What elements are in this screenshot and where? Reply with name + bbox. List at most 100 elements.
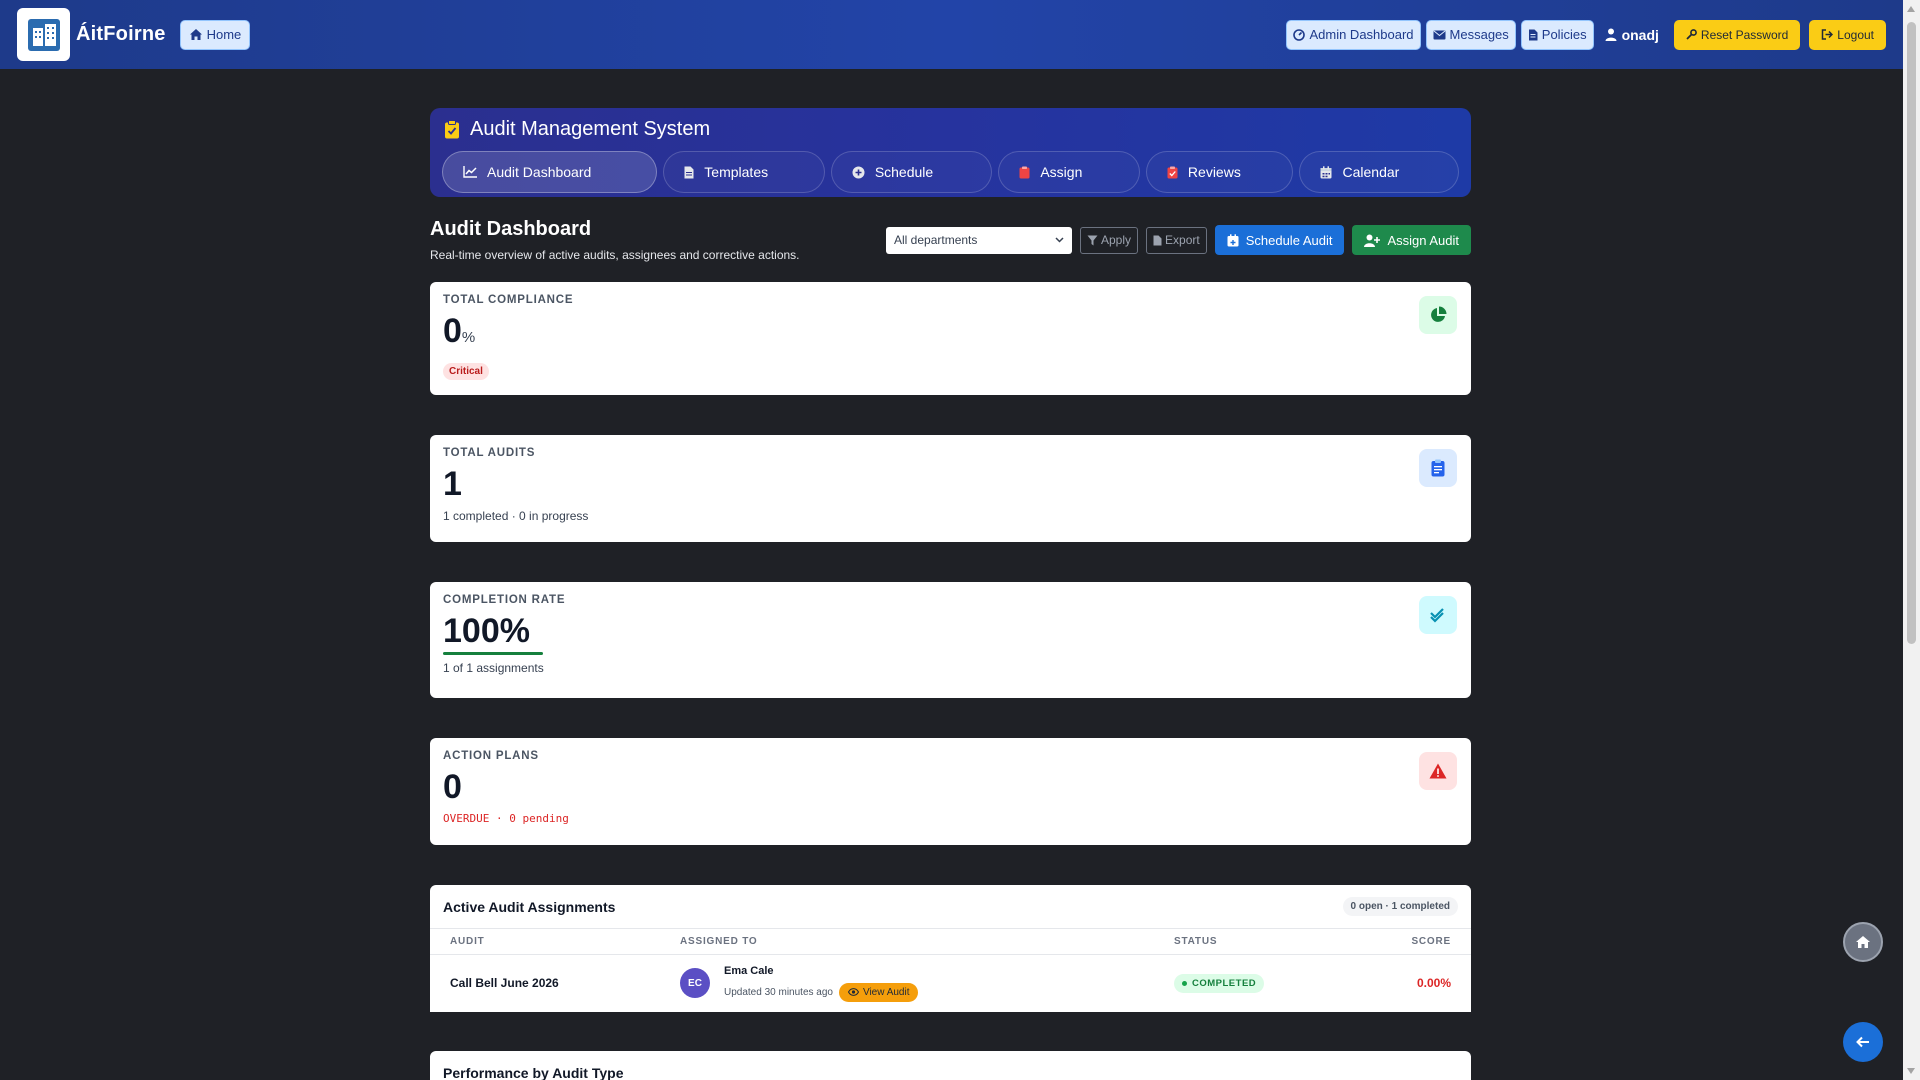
status-label: COMPLETED: [1192, 978, 1257, 989]
assign-audit-button[interactable]: Assign Audit: [1352, 225, 1471, 255]
home-icon: [189, 29, 202, 40]
navbar-actions: Admin Dashboard Messages Policies onadj …: [1286, 19, 1886, 50]
metric-note: OVERDUE · 0 pending: [443, 812, 569, 825]
top-navbar: ÁitFoirne Home Admin Dashboard Messages …: [0, 0, 1903, 69]
home-button[interactable]: Home: [179, 19, 251, 50]
floating-back-button[interactable]: [1843, 1022, 1883, 1062]
column-header-status: STATUS: [1174, 936, 1218, 947]
export-label: Export: [1165, 233, 1200, 247]
assignment-count-badge: 0 open · 1 completed: [1342, 897, 1458, 916]
compliance-value: 0: [443, 312, 462, 350]
status-dot: [1182, 981, 1187, 986]
calendar-plus-icon: [1227, 233, 1239, 246]
metric-note: 1 of 1 assignments: [443, 661, 544, 675]
department-select-value: All departments: [894, 233, 978, 247]
metric-label: TOTAL COMPLIANCE: [443, 294, 574, 306]
messages-button[interactable]: Messages: [1425, 19, 1516, 50]
floating-home-button[interactable]: [1843, 922, 1883, 962]
app-logo[interactable]: [17, 8, 70, 61]
tab-label: Reviews: [1187, 164, 1241, 180]
tab-reviews[interactable]: Reviews: [1145, 151, 1294, 193]
schedule-audit-button[interactable]: Schedule Audit: [1214, 225, 1345, 255]
tab-audit-dashboard[interactable]: Audit Dashboard: [442, 151, 658, 193]
table-row[interactable]: Call Bell June 2026 EC Ema Cale Updated …: [430, 955, 1471, 1011]
tab-schedule[interactable]: Schedule: [830, 151, 993, 193]
completion-progress-bar: [443, 652, 543, 655]
pie-chart-icon: [1419, 296, 1457, 334]
action-plans-card: ACTION PLANS 0 OVERDUE · 0 pending: [430, 738, 1471, 845]
user-plus-icon: [1364, 234, 1381, 247]
column-header-assigned-to: ASSIGNED TO: [680, 936, 758, 947]
metric-value: 0: [443, 768, 462, 806]
chart-line-icon: [463, 166, 477, 178]
column-header-audit: AUDIT: [450, 936, 485, 947]
chevron-down-icon: [1055, 237, 1064, 243]
plus-circle-icon: [852, 166, 865, 178]
clipboard-list-icon: [1419, 449, 1457, 487]
scroll-up-arrow[interactable]: [1907, 6, 1915, 12]
policies-button[interactable]: Policies: [1520, 19, 1594, 50]
status-cell: COMPLETED: [1174, 973, 1374, 993]
file-export-icon: [1153, 235, 1162, 245]
metric-value: 100%: [443, 612, 530, 650]
total-audits-card: TOTAL AUDITS 1 1 completed · 0 in progre…: [430, 435, 1471, 542]
audit-name: Call Bell June 2026: [450, 976, 559, 990]
building-logo-icon: [27, 18, 60, 51]
assignee-name: Ema Cale: [724, 964, 774, 977]
metric-value: 0%: [443, 312, 1458, 357]
tab-label: Assign: [1040, 164, 1083, 180]
file-icon: [684, 166, 694, 178]
tab-label: Calendar: [1342, 164, 1400, 180]
warning-icon: [1419, 752, 1457, 790]
scroll-down-arrow[interactable]: [1907, 1068, 1915, 1074]
assignee-meta: Updated 30 minutes ago View Audit: [724, 982, 919, 1002]
audit-system-header: Audit Management System Audit Dashboard …: [430, 108, 1471, 197]
user-menu[interactable]: onadj: [1605, 27, 1659, 43]
page-scrollbar[interactable]: [1903, 0, 1920, 1080]
reset-password-button[interactable]: Reset Password: [1673, 19, 1801, 50]
progress-fill: [443, 652, 543, 655]
logout-button[interactable]: Logout: [1809, 19, 1886, 50]
user-icon: [1605, 28, 1617, 41]
messages-label: Messages: [1449, 27, 1509, 42]
total-compliance-card: TOTAL COMPLIANCE 0% Critical: [430, 282, 1471, 395]
admin-dashboard-label: Admin Dashboard: [1309, 27, 1414, 42]
tab-label: Audit Dashboard: [487, 164, 592, 180]
assign-audit-label: Assign Audit: [1387, 232, 1459, 248]
tab-templates[interactable]: Templates: [663, 151, 825, 193]
department-select[interactable]: All departments: [886, 226, 1072, 254]
metric-label: COMPLETION RATE: [443, 594, 566, 606]
clipboard-check-icon: [445, 120, 459, 139]
system-title-text: Audit Management System: [470, 118, 711, 140]
apply-button[interactable]: Apply: [1080, 226, 1139, 254]
filter-icon: [1087, 235, 1098, 245]
envelope-icon: [1433, 30, 1446, 39]
metric-label: ACTION PLANS: [443, 750, 539, 762]
tab-calendar[interactable]: Calendar: [1299, 151, 1459, 193]
logout-label: Logout: [1837, 27, 1874, 42]
brand-name[interactable]: ÁitFoirne: [76, 23, 166, 46]
table-title: Active Audit Assignments: [443, 898, 616, 915]
avatar: EC: [680, 968, 710, 998]
system-title: Audit Management System: [442, 118, 1459, 141]
policies-label: Policies: [1541, 27, 1587, 42]
system-tabs: Audit Dashboard Templates Schedule Assig…: [442, 151, 1459, 193]
document-icon: [1528, 29, 1538, 40]
admin-dashboard-button[interactable]: Admin Dashboard: [1286, 19, 1421, 50]
gauge-icon: [1293, 28, 1306, 41]
scroll-thumb[interactable]: [1907, 22, 1916, 644]
active-assignments-table: Active Audit Assignments 0 open · 1 comp…: [430, 885, 1471, 1012]
double-check-icon: [1419, 596, 1457, 634]
status-badge: COMPLETED: [1174, 974, 1265, 993]
updated-time: Updated 30 minutes ago: [724, 986, 833, 998]
export-button[interactable]: Export: [1146, 226, 1207, 254]
tab-label: Templates: [704, 164, 769, 180]
clipboard-icon: [1019, 166, 1030, 178]
column-header-score: SCORE: [1411, 936, 1451, 947]
table-header: Active Audit Assignments 0 open · 1 comp…: [430, 885, 1471, 929]
view-audit-button[interactable]: View Audit: [838, 982, 919, 1002]
tab-assign[interactable]: Assign: [998, 151, 1140, 193]
home-button-label: Home: [206, 27, 242, 42]
metric-label: TOTAL AUDITS: [443, 447, 536, 459]
metric-value: 1: [443, 465, 462, 503]
